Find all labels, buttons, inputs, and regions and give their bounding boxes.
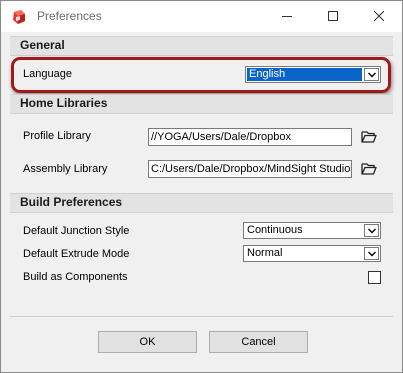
build-preferences-section-title: Build Preferences (20, 195, 123, 209)
close-button[interactable] (356, 1, 402, 32)
close-icon (374, 11, 384, 21)
minimize-button[interactable] (264, 1, 310, 32)
junction-style-select[interactable]: Continuous (243, 222, 381, 239)
assembly-library-label: Assembly Library (23, 163, 108, 175)
chevron-down-icon[interactable] (364, 247, 379, 260)
extrude-mode-label: Default Extrude Mode (23, 248, 130, 260)
extrude-mode-select[interactable]: Normal (243, 245, 381, 262)
preferences-window: Preferences General Language English Hom… (0, 0, 403, 373)
ok-button[interactable]: OK (98, 331, 197, 353)
build-preferences-section-header: Build Preferences (10, 193, 393, 213)
junction-style-value: Continuous (247, 224, 303, 236)
profile-library-label: Profile Library (23, 130, 91, 142)
build-components-label: Build as Components (23, 271, 128, 283)
assembly-library-value: C:/Users/Dale/Dropbox/MindSight Studios/ (151, 163, 352, 175)
home-libraries-section-header: Home Libraries (10, 94, 393, 114)
sketchup-app-icon (11, 9, 27, 25)
maximize-icon (328, 11, 338, 21)
general-section-header: General (10, 36, 393, 56)
folder-open-icon[interactable] (361, 130, 377, 144)
profile-library-value: //YOGA/Users/Dale/Dropbox (151, 131, 291, 143)
assembly-library-field[interactable]: C:/Users/Dale/Dropbox/MindSight Studios/ (148, 160, 352, 178)
folder-open-icon[interactable] (361, 162, 377, 176)
cancel-button[interactable]: Cancel (209, 331, 308, 353)
language-highlight-annotation (11, 57, 391, 93)
minimize-icon (282, 16, 292, 17)
general-section-title: General (20, 38, 65, 52)
footer-divider (10, 316, 393, 317)
junction-style-label: Default Junction Style (23, 225, 130, 237)
profile-library-field[interactable]: //YOGA/Users/Dale/Dropbox (148, 128, 352, 146)
maximize-button[interactable] (310, 1, 356, 32)
window-title: Preferences (37, 9, 102, 23)
extrude-mode-value: Normal (247, 247, 283, 259)
chevron-down-icon[interactable] (364, 224, 379, 237)
build-components-checkbox[interactable] (368, 271, 381, 284)
title-bar[interactable]: Preferences (1, 1, 402, 32)
home-libraries-section-title: Home Libraries (20, 96, 108, 110)
